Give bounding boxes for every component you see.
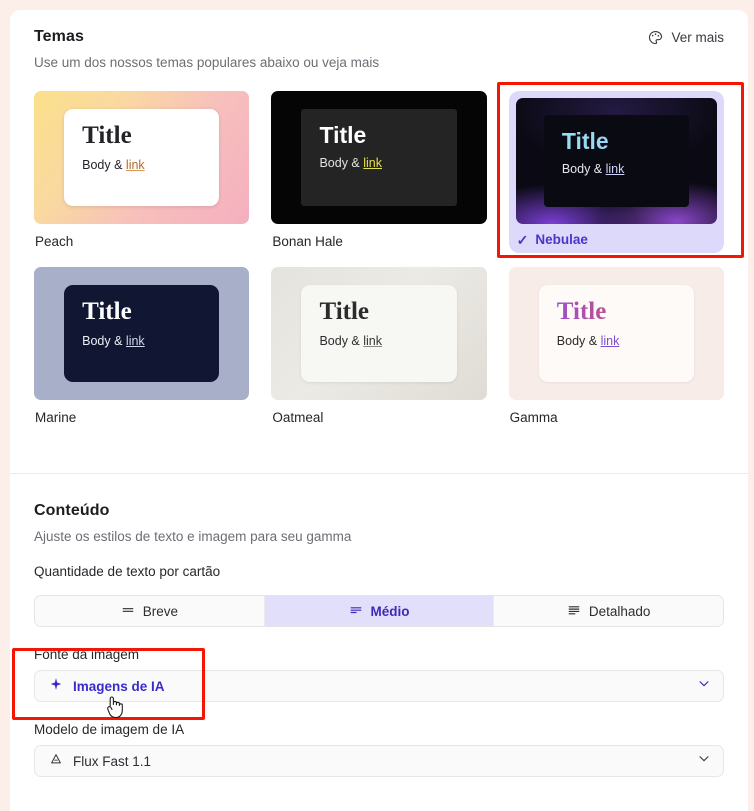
- theme-preview-body: Body & link: [562, 162, 689, 176]
- themes-section: Temas Use um dos nossos temas populares …: [10, 10, 748, 425]
- theme-card-nebulae[interactable]: Title Body & link ✓ Nebulae: [508, 91, 724, 253]
- themes-subtitle: Use um dos nossos temas populares abaixo…: [34, 55, 380, 70]
- theme-preview-title: Title: [319, 121, 367, 148]
- theme-name: Peach: [35, 234, 74, 249]
- see-more-button[interactable]: Ver mais: [648, 30, 724, 45]
- sparkle-icon: [49, 677, 63, 696]
- theme-preview-body-text: Body &: [561, 162, 606, 177]
- theme-preview-link: link: [600, 334, 620, 349]
- see-more-label: Ver mais: [671, 30, 724, 45]
- theme-preview-inner: Title Body & link: [301, 108, 457, 207]
- themes-header: Temas Use um dos nossos temas populares …: [34, 28, 724, 70]
- content-subtitle: Ajuste os estilos de texto e imagem para…: [34, 529, 352, 544]
- theme-preview-link: link: [363, 334, 383, 349]
- theme-card-marine[interactable]: Title Body & link Marine: [34, 267, 250, 425]
- image-model-field: Modelo de imagem de IA Flux Fast 1.1: [34, 722, 724, 777]
- theme-preview: Title Body & link: [34, 267, 250, 400]
- check-icon: ✓: [516, 231, 529, 248]
- text-amount-segmented-control: Breve Médio Detalhado: [34, 595, 724, 627]
- theme-preview-title: Title: [82, 297, 132, 325]
- lines-3-icon: [567, 603, 581, 620]
- image-model-select[interactable]: Flux Fast 1.1: [34, 745, 724, 777]
- theme-card-gamma[interactable]: Title Body & link Gamma: [508, 267, 724, 425]
- image-source-value: Imagens de IA: [73, 678, 165, 694]
- theme-preview-inner: Title Body & link: [538, 284, 694, 383]
- flux-triangle-icon: [49, 752, 63, 771]
- theme-preview-body: Body & link: [82, 334, 219, 348]
- segment-medio[interactable]: Médio: [264, 596, 495, 626]
- chevron-down-icon: [697, 752, 711, 771]
- image-source-label: Fonte da imagem: [34, 647, 140, 662]
- theme-preview: Title Body & link: [271, 267, 487, 400]
- theme-preview-link: link: [125, 158, 145, 173]
- theme-preview-link: link: [605, 162, 625, 177]
- theme-preview: Title Body & link: [271, 91, 487, 224]
- theme-card-oatmeal[interactable]: Title Body & link Oatmeal: [271, 267, 487, 425]
- image-source-select[interactable]: Imagens de IA: [34, 670, 724, 702]
- theme-preview-title: Title: [82, 121, 132, 149]
- theme-preview-body-text: Body &: [82, 158, 126, 173]
- theme-preview: Title Body & link: [515, 98, 717, 224]
- segment-label: Breve: [142, 603, 178, 619]
- image-source-field: Fonte da imagem Imagens de IA: [34, 647, 724, 702]
- themes-title: Temas: [34, 28, 85, 45]
- theme-preview-title: Title: [319, 297, 370, 325]
- theme-preview: Title Body & link: [508, 267, 724, 400]
- theme-name: Bonan Hale: [272, 234, 343, 249]
- theme-preview-body: Body & link: [557, 334, 694, 348]
- image-model-value: Flux Fast 1.1: [73, 753, 152, 769]
- theme-preview-body-text: Body &: [319, 334, 364, 349]
- theme-preview-title: Title: [557, 298, 694, 325]
- segment-breve[interactable]: Breve: [35, 596, 265, 626]
- chevron-down-icon: [697, 677, 711, 696]
- theme-card-bonan-hale[interactable]: Title Body & link Bonan Hale: [271, 91, 487, 253]
- theme-preview-body: Body & link: [319, 334, 456, 348]
- lines-2-icon: [349, 603, 363, 620]
- theme-preview-link: link: [125, 334, 145, 349]
- segment-label: Detalhado: [588, 603, 651, 619]
- theme-preview-title: Title: [562, 129, 689, 153]
- theme-preview-inner: Title Body & link: [64, 108, 220, 207]
- theme-preview: Title Body & link: [34, 91, 250, 224]
- theme-preview-inner: Title Body & link: [543, 115, 689, 207]
- themes-grid: Title Body & link Peach Title Body & lin…: [34, 91, 724, 425]
- theme-card-peach[interactable]: Title Body & link Peach: [34, 91, 250, 253]
- theme-name: Oatmeal: [272, 410, 324, 425]
- theme-name-selected: ✓ Nebulae: [516, 232, 717, 247]
- theme-preview-body-text: Body &: [556, 334, 601, 349]
- theme-name: Marine: [35, 410, 77, 425]
- segment-detalhado[interactable]: Detalhado: [494, 596, 723, 626]
- text-amount-field: Quantidade de texto por cartão Breve Méd…: [34, 564, 724, 627]
- theme-name: Nebulae: [535, 232, 588, 247]
- content-section: Conteúdo Ajuste os estilos de texto e im…: [10, 474, 748, 779]
- text-amount-label: Quantidade de texto por cartão: [34, 564, 221, 579]
- lines-1-icon: [121, 603, 135, 620]
- theme-preview-body: Body & link: [319, 156, 456, 170]
- palette-icon: [648, 30, 663, 45]
- theme-name: Gamma: [509, 410, 558, 425]
- theme-preview-body-text: Body &: [319, 156, 364, 171]
- theme-preview-link: link: [363, 156, 383, 171]
- theme-preview-body: Body & link: [82, 158, 219, 172]
- theme-preview-inner: Title Body & link: [301, 284, 457, 383]
- theme-preview-inner: Title Body & link: [64, 284, 220, 383]
- screen: Temas Use um dos nossos temas populares …: [0, 0, 754, 811]
- content-title: Conteúdo: [34, 502, 110, 519]
- image-model-label: Modelo de imagem de IA: [34, 722, 185, 737]
- theme-preview-body-text: Body &: [82, 334, 126, 349]
- settings-panel: Temas Use um dos nossos temas populares …: [10, 10, 748, 811]
- segment-label: Médio: [370, 603, 410, 619]
